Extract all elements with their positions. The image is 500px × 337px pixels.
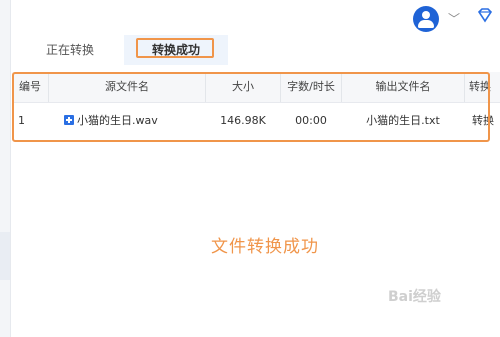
diamond-icon[interactable] <box>476 6 494 24</box>
success-message: 文件转换成功 <box>211 237 319 257</box>
watermark: Bai经验 <box>388 289 441 305</box>
chevron-down-icon[interactable]: ﹀ <box>448 10 460 27</box>
tab-success-label: 转换成功 <box>151 43 200 57</box>
avatar-icon[interactable] <box>413 6 439 32</box>
tab-converting[interactable]: 正在转换 <box>28 35 112 65</box>
left-panel-edge <box>0 0 11 337</box>
tab-converting-label: 正在转换 <box>45 43 94 57</box>
table-highlight-outline <box>12 72 490 142</box>
